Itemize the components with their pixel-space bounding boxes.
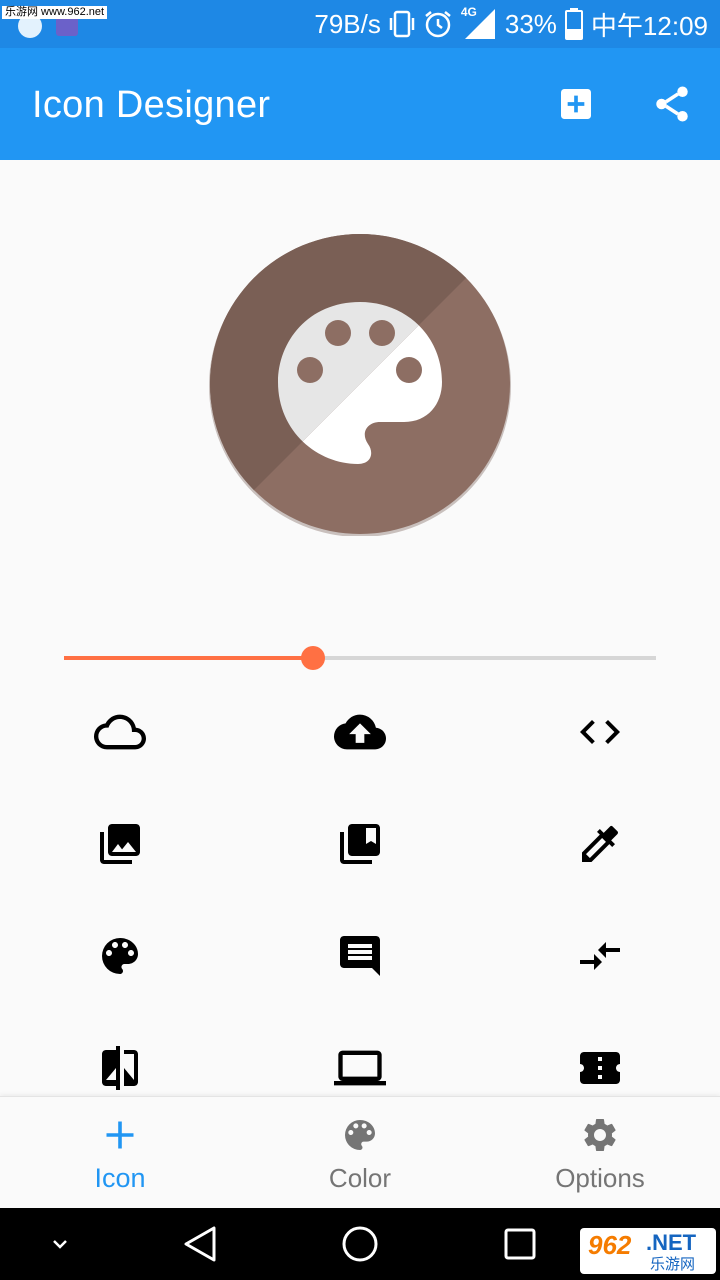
alarm-icon bbox=[423, 9, 453, 39]
palette-icon bbox=[345, 1120, 375, 1150]
grid-item-palette[interactable] bbox=[0, 900, 240, 1012]
grid-item-comment[interactable] bbox=[240, 900, 480, 1012]
photo-library-icon bbox=[100, 824, 140, 864]
nav-label-icon: Icon bbox=[94, 1163, 146, 1193]
grid-item-compare-arrows[interactable] bbox=[480, 900, 720, 1012]
comment-icon bbox=[340, 936, 380, 976]
add-box-icon bbox=[561, 89, 591, 119]
share-button[interactable] bbox=[650, 82, 694, 126]
home-icon bbox=[342, 1226, 378, 1262]
chevron-down-icon bbox=[53, 1240, 67, 1249]
back-icon bbox=[184, 1226, 216, 1262]
net-speed: 79B/s bbox=[314, 8, 381, 39]
add-icon bbox=[106, 1121, 134, 1149]
grid-item-cloud-upload[interactable] bbox=[240, 676, 480, 788]
add-box-button[interactable] bbox=[554, 82, 598, 126]
nav-item-icon[interactable]: Icon bbox=[0, 1097, 240, 1209]
compare-icon bbox=[102, 1046, 138, 1090]
grid-item-collections-bookmark[interactable] bbox=[240, 788, 480, 900]
battery-icon bbox=[564, 8, 583, 40]
grid-item-confirmation-number[interactable] bbox=[480, 1012, 720, 1096]
status-bar: 乐游网 www.962.net 79B/s 4G 33% 中午12:09 bbox=[0, 0, 720, 48]
grid-item-computer[interactable] bbox=[240, 1012, 480, 1096]
home-button[interactable] bbox=[340, 1224, 380, 1264]
app-bar: Icon Designer bbox=[0, 48, 720, 160]
site-watermark-badge: 962 .NET 乐游网 bbox=[580, 1228, 716, 1274]
grid-item-compare[interactable] bbox=[0, 1012, 240, 1096]
bottom-navigation: Icon Color Options bbox=[0, 1096, 720, 1208]
nav-item-options[interactable]: Options bbox=[480, 1097, 720, 1209]
compare-arrows-icon bbox=[580, 942, 620, 970]
nav-label-color: Color bbox=[328, 1163, 392, 1193]
app-title: Icon Designer bbox=[32, 84, 271, 126]
grid-item-photo-library[interactable] bbox=[0, 788, 240, 900]
watermark-text: 乐游网 www.962.net bbox=[2, 6, 108, 19]
hide-nav-button[interactable] bbox=[40, 1224, 80, 1264]
colorize-icon bbox=[582, 825, 619, 862]
icon-preview bbox=[208, 232, 512, 537]
back-button[interactable] bbox=[180, 1224, 220, 1264]
badge-name: 乐游网 bbox=[650, 1256, 696, 1273]
grid-item-cloud[interactable] bbox=[0, 676, 240, 788]
grid-item-colorize[interactable] bbox=[480, 788, 720, 900]
slider-thumb[interactable] bbox=[300, 646, 325, 670]
signal-icon: 4G bbox=[461, 5, 497, 41]
palette-icon bbox=[102, 938, 138, 974]
computer-icon bbox=[334, 1050, 386, 1086]
vibrate-icon bbox=[389, 9, 415, 39]
cloud-upload-icon bbox=[334, 714, 386, 750]
grid-item-code[interactable] bbox=[480, 676, 720, 788]
slider-fill bbox=[64, 656, 313, 660]
share-icon bbox=[656, 86, 688, 122]
recents-button[interactable] bbox=[500, 1224, 540, 1264]
clock: 中午12:09 bbox=[590, 10, 708, 41]
badge-number: 962 bbox=[588, 1230, 632, 1260]
size-slider[interactable] bbox=[64, 646, 656, 670]
confirmation-number-icon bbox=[580, 1052, 620, 1084]
recents-icon bbox=[504, 1228, 536, 1260]
cloud-outline-icon bbox=[94, 714, 146, 750]
icon-grid bbox=[0, 676, 720, 1096]
nav-item-color[interactable]: Color bbox=[240, 1097, 480, 1209]
nav-label-options: Options bbox=[555, 1163, 645, 1193]
battery-level: 33% bbox=[504, 8, 557, 39]
settings-icon bbox=[584, 1119, 616, 1151]
collections-bookmark-icon bbox=[340, 824, 380, 864]
code-icon bbox=[580, 720, 620, 744]
